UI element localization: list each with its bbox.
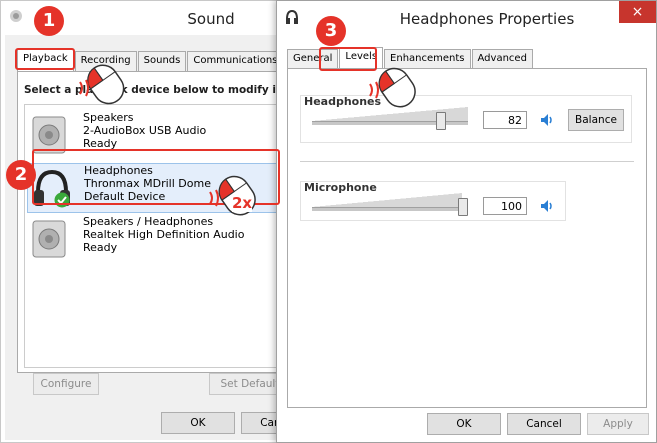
apply-button[interactable]: Apply <box>587 413 649 435</box>
levels-panel: Headphones 82 Balance Microphone 100 <box>287 68 647 408</box>
microphone-mute-speaker-icon[interactable] <box>538 197 556 215</box>
step-1-badge: 1 <box>34 6 64 36</box>
microphone-level-input[interactable]: 100 <box>483 197 527 215</box>
device-list: Speakers 2-AudioBox USB Audio Ready Head… <box>24 104 306 368</box>
headphones-mute-speaker-icon[interactable] <box>538 111 556 129</box>
speaker-icon <box>31 219 69 259</box>
close-icon: × <box>631 4 644 20</box>
sound-ok-button[interactable]: OK <box>161 412 235 434</box>
mouse-click-icon <box>368 62 428 115</box>
balance-button[interactable]: Balance <box>568 109 624 131</box>
step-3-badge: 3 <box>316 16 346 46</box>
step-2-badge: 2 <box>6 160 36 190</box>
headphones-level-input[interactable]: 82 <box>483 111 527 129</box>
device-driver: 2-AudioBox USB Audio <box>83 124 207 137</box>
properties-window-title: Headphones Properties <box>399 10 575 28</box>
headphones-app-icon <box>285 9 299 25</box>
microphone-slider-track[interactable] <box>312 207 462 211</box>
headphones-slider-thumb[interactable] <box>435 112 446 130</box>
levels-divider <box>300 161 634 162</box>
device-status: Ready <box>83 241 118 254</box>
microphone-slider-ramp <box>312 193 462 207</box>
device-driver: Realtek High Definition Audio <box>83 228 245 241</box>
microphone-slider-thumb[interactable] <box>458 198 468 216</box>
tab-advanced[interactable]: Advanced <box>471 49 533 69</box>
close-button[interactable]: × <box>619 1 656 23</box>
properties-ok-button[interactable]: OK <box>427 413 501 435</box>
device-name: Speakers <box>83 111 134 124</box>
playback-tab-highlight <box>15 48 75 70</box>
configure-button[interactable]: Configure <box>33 373 99 395</box>
mouse-click-icon <box>78 60 134 109</box>
double-click-label: 2x <box>232 194 253 212</box>
properties-cancel-button[interactable]: Cancel <box>507 413 581 435</box>
tab-sounds[interactable]: Sounds <box>137 51 187 71</box>
tab-communications[interactable]: Communications <box>187 51 284 71</box>
